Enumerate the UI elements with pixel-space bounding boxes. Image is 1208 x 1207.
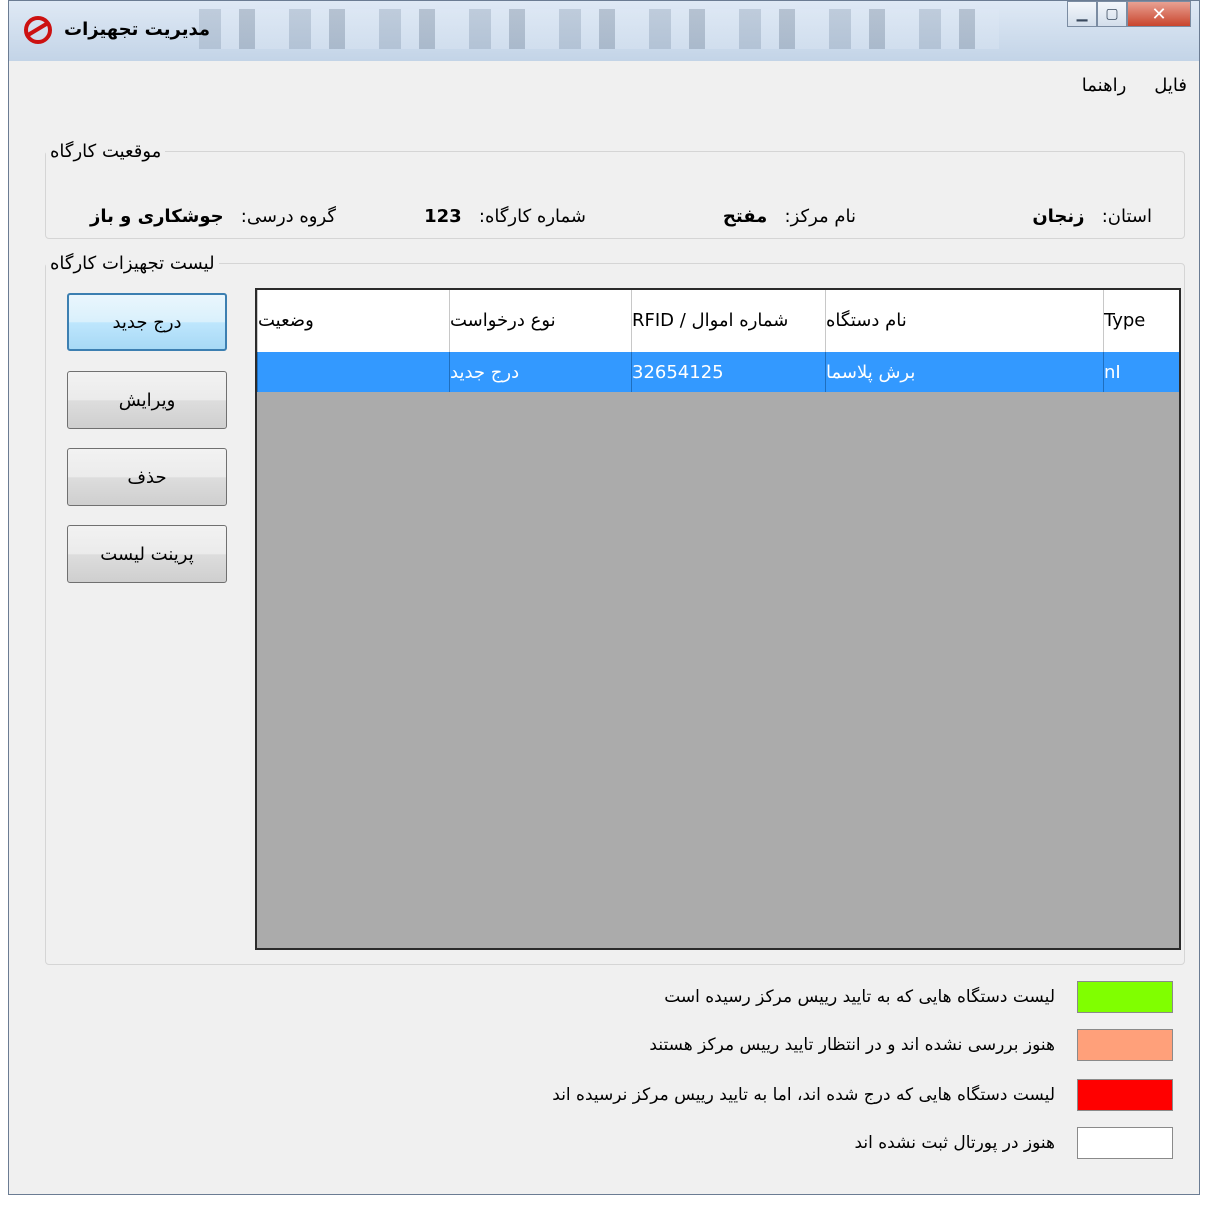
blurred-background	[199, 9, 999, 49]
title-bar[interactable]: مدیریت تجهیزات ▁ ▢ ✕	[9, 1, 1199, 61]
workshop-value: 123	[424, 206, 462, 227]
not-approved-text: لیست دستگاه هایی که درج شده اند، اما به …	[552, 1085, 1055, 1105]
cell-rfid[interactable]: 32654125	[631, 352, 825, 392]
column-header-device[interactable]: نام دستگاه	[825, 290, 1103, 352]
workshop-field: شماره کارگاه: 123	[424, 206, 586, 227]
center-label: نام مرکز:	[784, 206, 857, 227]
pending-swatch	[1077, 1029, 1173, 1061]
province-label: استان:	[1101, 206, 1152, 227]
unregistered-text: هنوز در پورتال ثبت نشده اند	[854, 1133, 1055, 1153]
column-header-request[interactable]: نوع درخواست	[449, 290, 631, 352]
menu-bar: فایل راهنما	[1082, 75, 1187, 96]
menu-help[interactable]: راهنما	[1082, 75, 1127, 96]
main-window: مدیریت تجهیزات ▁ ▢ ✕ فایل راهنما موقعیت …	[8, 0, 1200, 1195]
menu-file[interactable]: فایل	[1154, 75, 1187, 96]
insert-button[interactable]: درج جدید	[67, 293, 227, 351]
legend-not-approved: لیست دستگاه هایی که درج شده اند، اما به …	[552, 1079, 1173, 1111]
cell-device[interactable]: برش پلاسما	[825, 352, 1103, 392]
column-header-rfid[interactable]: شماره اموال / RFID	[631, 290, 825, 352]
close-button[interactable]: ✕	[1127, 1, 1191, 27]
print-list-button[interactable]: پرینت لیست	[67, 525, 227, 583]
table-row[interactable]: nI برش پلاسما 32654125 درج جدید	[257, 352, 1179, 392]
cell-status[interactable]	[257, 352, 449, 392]
center-field: نام مرکز: مفتح	[723, 206, 856, 227]
course-label: گروه درسی:	[240, 206, 336, 227]
equipment-group-title: لیست تجهیزات کارگاه	[50, 253, 215, 274]
not-approved-swatch	[1077, 1079, 1173, 1111]
edit-button[interactable]: ویرایش	[67, 371, 227, 429]
unregistered-swatch	[1077, 1127, 1173, 1159]
minimize-button[interactable]: ▁	[1067, 1, 1097, 27]
location-group: موقعیت کارگاه استان: زنجان نام مرکز: مفت…	[45, 141, 1185, 239]
cell-request[interactable]: درج جدید	[449, 352, 631, 392]
approved-swatch	[1077, 981, 1173, 1013]
center-value: مفتح	[722, 206, 768, 227]
pending-text: هنوز بررسی نشده اند و در انتظار تایید ری…	[649, 1035, 1055, 1055]
maximize-icon: ▢	[1105, 6, 1119, 22]
province-field: استان: زنجان	[1032, 206, 1152, 227]
delete-button[interactable]: حذف	[67, 448, 227, 506]
equipment-grid[interactable]: Type نام دستگاه شماره اموال / RFID نوع د…	[255, 288, 1181, 950]
legend-pending: هنوز بررسی نشده اند و در انتظار تایید ری…	[649, 1029, 1173, 1061]
location-group-title: موقعیت کارگاه	[50, 141, 162, 162]
maximize-button[interactable]: ▢	[1097, 1, 1127, 27]
column-header-type[interactable]: Type	[1103, 290, 1179, 352]
window-controls: ▁ ▢ ✕	[1067, 1, 1191, 27]
close-icon: ✕	[1151, 3, 1167, 25]
course-field: گروه درسی: جوشکاری و باز	[90, 206, 336, 227]
workshop-label: شماره کارگاه:	[478, 206, 586, 227]
app-logo-icon	[24, 16, 52, 44]
minimize-icon: ▁	[1076, 6, 1088, 22]
grid-header: Type نام دستگاه شماره اموال / RFID نوع د…	[257, 290, 1179, 353]
province-value: زنجان	[1032, 206, 1085, 227]
window-title: مدیریت تجهیزات	[64, 19, 210, 40]
cell-type[interactable]: nI	[1103, 352, 1179, 392]
legend-unregistered: هنوز در پورتال ثبت نشده اند	[854, 1127, 1173, 1159]
approved-text: لیست دستگاه هایی که به تایید رییس مرکز ر…	[664, 987, 1055, 1007]
legend-approved: لیست دستگاه هایی که به تایید رییس مرکز ر…	[664, 981, 1173, 1013]
column-header-status[interactable]: وضعیت	[257, 290, 449, 352]
course-value: جوشکاری و باز	[89, 206, 224, 227]
